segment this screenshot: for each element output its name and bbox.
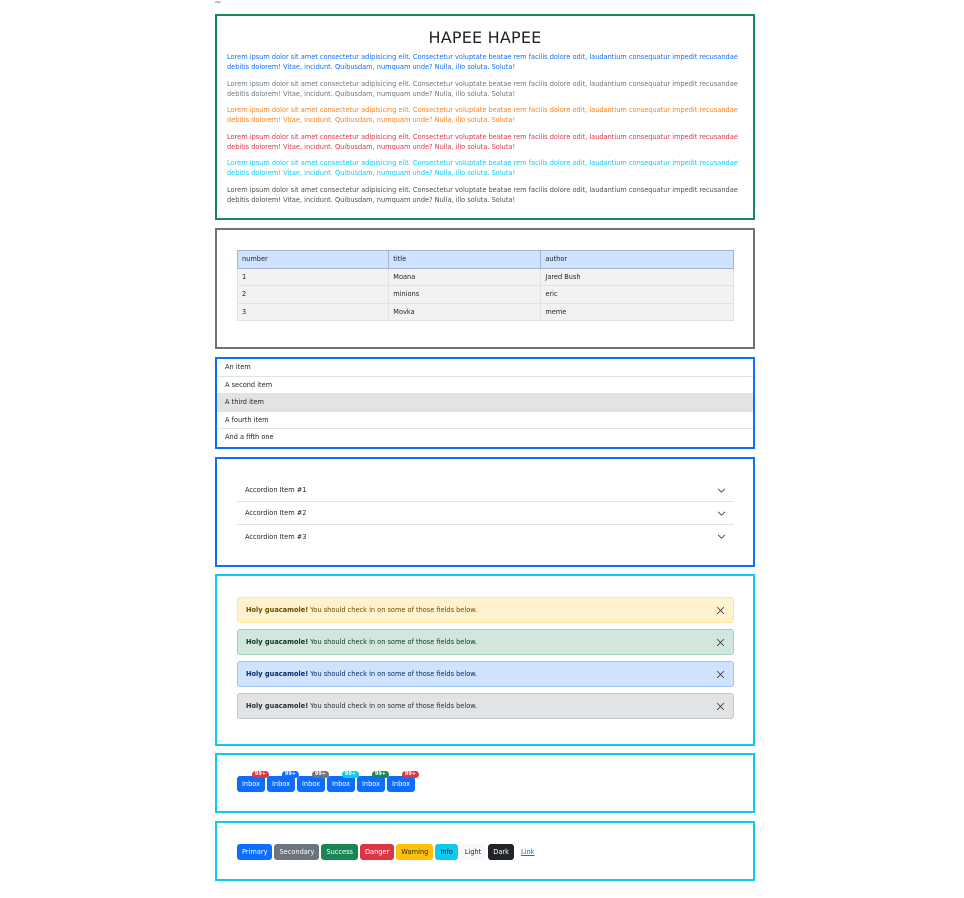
table-row: 2 minions eric	[236, 285, 734, 304]
secondary-button[interactable]: Secondary	[274, 844, 320, 860]
close-icon[interactable]	[716, 670, 725, 679]
paragraph-warning: Lorem ipsum dolor sit amet consectetur a…	[227, 106, 738, 124]
table-row: 1 Moana Jared Bush	[236, 267, 734, 286]
warning-button[interactable]: Warning	[396, 844, 434, 860]
alert-text: You should check in on some of those fie…	[310, 702, 478, 710]
close-icon[interactable]	[716, 702, 725, 711]
close-icon[interactable]	[716, 638, 725, 647]
accordion-item-label: Accordion Item #1	[245, 486, 307, 494]
inbox-label: Inbox	[331, 780, 351, 788]
paragraph-primary: Lorem ipsum dolor sit amet consectetur a…	[227, 53, 738, 71]
inbox-label: Inbox	[271, 780, 291, 788]
inbox-button[interactable]: Inbox 99+	[387, 771, 419, 792]
alert-strong: Holy guacamole!	[246, 670, 309, 678]
list-item[interactable]: A second item	[217, 377, 753, 394]
alert-warning: Holy guacamole! You should check in on s…	[237, 597, 734, 623]
chevron-down-icon	[717, 534, 726, 539]
inbox-button[interactable]: Inbox 99+	[267, 771, 299, 792]
paragraph-info: Lorem ipsum dolor sit amet consectetur a…	[227, 159, 738, 177]
list-item[interactable]: An item	[217, 359, 753, 377]
books-table: number title author 1 Moana Jared Bush 2…	[236, 250, 734, 321]
inbox-button[interactable]: Inbox 99+	[357, 771, 389, 792]
table-cell: Movka	[388, 302, 542, 321]
accordion-section: Accordion Item #1 Accordion Item #2 Acco…	[215, 457, 755, 567]
inbox-button[interactable]: Inbox 99+	[297, 771, 329, 792]
table-cell: Jared Bush	[540, 267, 734, 286]
notification-badge: 99+	[401, 771, 419, 778]
alert-text: You should check in on some of those fie…	[310, 606, 478, 614]
alert-success: Holy guacamole! You should check in on s…	[237, 629, 734, 655]
table-cell: minions	[388, 285, 542, 304]
column-header-author: author	[540, 250, 734, 269]
success-button[interactable]: Success	[321, 844, 358, 860]
button-row: Primary Secondary Success Danger Warning…	[237, 844, 539, 860]
table-row: 3 Movka meme	[236, 302, 734, 321]
list-item[interactable]: And a fifth one	[217, 429, 753, 447]
table-cell: 2	[236, 285, 390, 304]
paragraph-secondary: Lorem ipsum dolor sit amet consectetur a…	[227, 79, 738, 98]
accordion-item-label: Accordion Item #3	[245, 532, 307, 541]
inbox-label: Inbox	[301, 780, 321, 788]
info-button[interactable]: Info	[435, 844, 458, 860]
inbox-label: Inbox	[241, 780, 261, 788]
chevron-down-icon	[717, 511, 726, 516]
table-header-row: number title author	[236, 250, 734, 269]
alert-text: You should check in on some of those fie…	[310, 670, 478, 678]
column-header-number: number	[236, 250, 390, 269]
dark-button[interactable]: Dark	[488, 844, 514, 860]
light-button[interactable]: Light	[459, 844, 487, 860]
buttons-section: Primary Secondary Success Danger Warning…	[215, 821, 755, 881]
inbox-button[interactable]: Inbox 99+	[237, 771, 269, 792]
table-section: number title author 1 Moana Jared Bush 2…	[215, 228, 755, 349]
close-icon[interactable]	[716, 606, 725, 615]
primary-button[interactable]: Primary	[237, 844, 273, 860]
danger-button[interactable]: Danger	[359, 844, 395, 860]
alert-primary: Holy guacamole! You should check in on s…	[237, 661, 734, 687]
text-section: HAPEE HAPEE Lorem ipsum dolor sit amet c…	[215, 14, 755, 220]
stray-mark: ~	[214, 0, 222, 8]
table-cell: Moana	[388, 267, 542, 286]
table-cell: eric	[540, 285, 734, 304]
accordion: Accordion Item #1 Accordion Item #2 Acco…	[237, 479, 734, 548]
inbox-label: Inbox	[391, 780, 411, 788]
accordion-item-label: Accordion Item #2	[245, 509, 307, 517]
paragraph-danger: Lorem ipsum dolor sit amet consectetur a…	[227, 132, 738, 151]
inbox-section: Inbox 99+ Inbox 99+ Inbox 99+ Inbox 99+ …	[215, 753, 755, 813]
accordion-item-2[interactable]: Accordion Item #2	[237, 502, 734, 525]
table-cell: 3	[236, 302, 390, 321]
table-cell: meme	[540, 302, 734, 321]
inbox-label: Inbox	[361, 780, 381, 788]
list-item-active[interactable]: A third item	[217, 394, 753, 412]
alert-strong: Holy guacamole!	[246, 638, 309, 646]
list-item[interactable]: A fourth item	[217, 412, 753, 429]
alert-text: You should check in on some of those fie…	[310, 638, 478, 646]
alert-secondary: Holy guacamole! You should check in on s…	[237, 693, 734, 719]
inbox-button[interactable]: Inbox 99+	[327, 771, 359, 792]
accordion-item-3[interactable]: Accordion Item #3	[237, 525, 734, 548]
column-header-title: title	[388, 250, 542, 269]
paragraph-dark: Lorem ipsum dolor sit amet consectetur a…	[227, 185, 738, 204]
alert-strong: Holy guacamole!	[246, 606, 309, 614]
inbox-button-row: Inbox 99+ Inbox 99+ Inbox 99+ Inbox 99+ …	[237, 771, 419, 792]
accordion-item-1[interactable]: Accordion Item #1	[237, 479, 734, 502]
page-title: HAPEE HAPEE	[428, 28, 542, 47]
list-group: An item A second item A third item A fou…	[215, 357, 755, 449]
link-button[interactable]: Link	[516, 844, 540, 860]
alert-strong: Holy guacamole!	[246, 702, 309, 710]
chevron-down-icon	[717, 488, 726, 493]
alerts-section: Holy guacamole! You should check in on s…	[215, 574, 755, 746]
table-cell: 1	[236, 267, 390, 286]
